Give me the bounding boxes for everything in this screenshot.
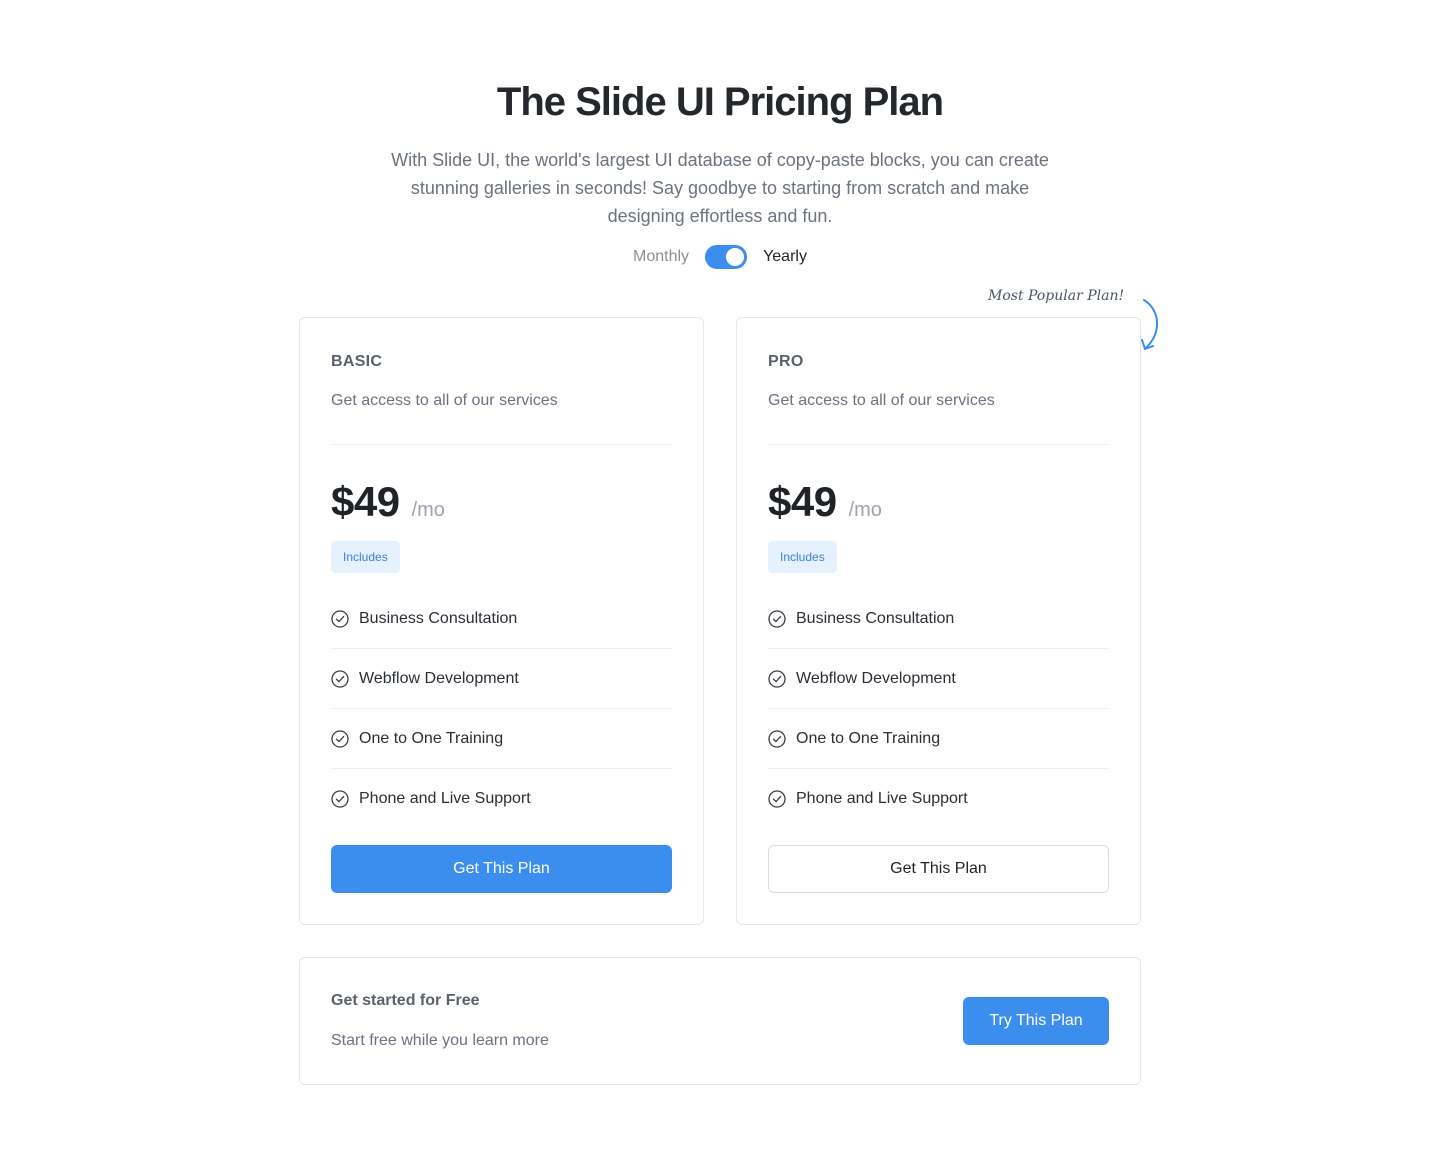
feature-label: One to One Training [359,729,504,747]
feature-item: One to One Training [331,709,672,769]
feature-label: Webflow Development [359,669,519,687]
try-free-plan-button[interactable]: Try This Plan [963,997,1109,1045]
plan-description: Get access to all of our services [331,392,558,409]
free-plan-card: Get started for Free Start free while yo… [299,957,1141,1085]
free-plan-title: Get started for Free [331,992,480,1009]
check-circle-icon [768,790,786,808]
feature-item: One to One Training [768,709,1109,769]
feature-item: Webflow Development [768,649,1109,709]
feature-label: Phone and Live Support [359,790,531,807]
includes-badge: Includes [768,541,837,573]
billing-toggle: Monthly Yearly [0,243,1440,271]
price-row: $49 /mo [768,478,882,526]
plan-price: $49 [331,478,400,525]
check-circle-icon [331,729,349,748]
feature-list: Business Consultation Webflow Developmen… [331,589,672,829]
feature-label: One to One Training [796,729,941,747]
check-circle-icon [768,669,786,688]
check-circle-icon [768,609,786,628]
switch-knob [726,248,745,266]
check-circle-icon [331,790,349,808]
price-period: /mo [848,499,882,521]
yearly-label[interactable]: Yearly [763,248,807,266]
billing-switch[interactable] [705,245,748,269]
price-period: /mo [411,499,445,521]
free-plan-description: Start free while you learn more [331,1032,549,1049]
feature-list: Business Consultation Webflow Developmen… [768,589,1109,829]
plan-price: $49 [768,478,837,525]
plan-name: BASIC [331,353,383,370]
monthly-label[interactable]: Monthly [633,248,689,266]
feature-label: Webflow Development [796,669,956,687]
price-row: $49 /mo [331,478,445,526]
plan-name: PRO [768,353,804,370]
plan-card-pro: PRO Get access to all of our services $4… [736,317,1141,925]
divider [331,444,672,445]
feature-label: Business Consultation [359,609,518,627]
get-basic-plan-button[interactable]: Get This Plan [331,845,672,893]
get-pro-plan-button[interactable]: Get This Plan [768,845,1109,893]
page-subtitle: With Slide UI, the world's largest UI da… [391,150,1049,226]
check-circle-icon [331,609,349,628]
feature-label: Phone and Live Support [796,790,968,807]
page-title: The Slide UI Pricing Plan [496,80,944,124]
feature-item: Business Consultation [768,589,1109,649]
includes-badge: Includes [331,541,400,573]
feature-item: Webflow Development [331,649,672,709]
feature-item: Phone and Live Support [768,769,1109,829]
plan-card-basic: BASIC Get access to all of our services … [299,317,704,925]
check-circle-icon [331,669,349,688]
divider [768,444,1109,445]
feature-item: Phone and Live Support [331,769,672,829]
most-popular-note: Most Popular Plan! [988,288,1125,304]
check-circle-icon [768,729,786,748]
plan-description: Get access to all of our services [768,392,995,409]
feature-label: Business Consultation [796,609,955,627]
feature-item: Business Consultation [331,589,672,649]
